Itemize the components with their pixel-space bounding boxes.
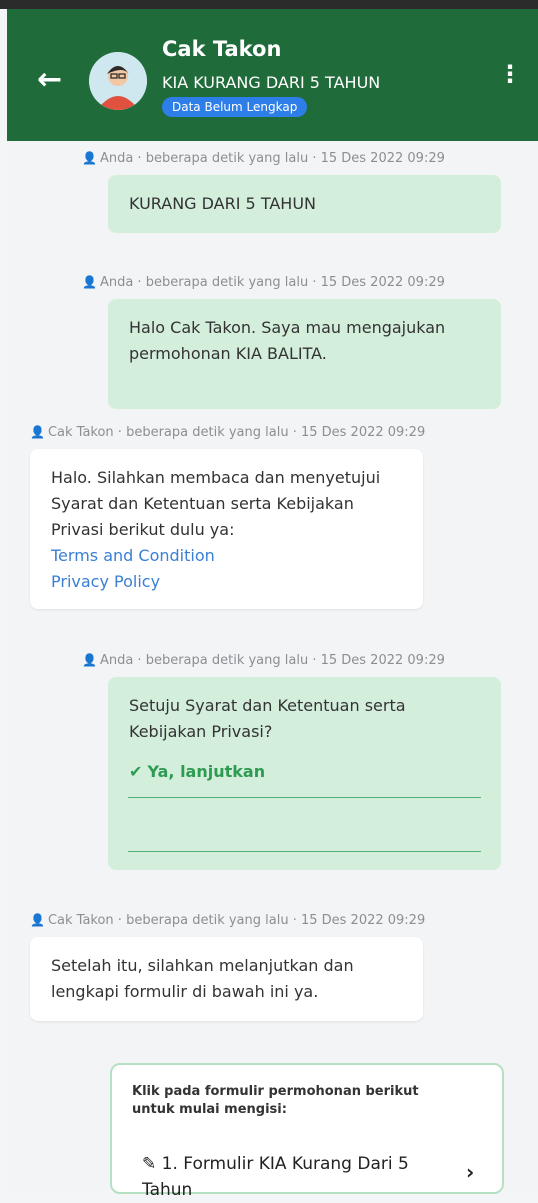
answer-divider [128, 851, 481, 852]
chat-title: Cak Takon [162, 37, 282, 61]
user-lock-icon: 👤 [82, 275, 97, 289]
outgoing-message-bubble: Halo Cak Takon. Saya mau mengajukan perm… [108, 299, 501, 409]
message-meta: 👤 Anda · beberapa detik yang lalu · 15 De… [82, 151, 445, 166]
message-meta: 👤 Anda · beberapa detik yang lalu · 15 De… [82, 275, 445, 290]
message-text: Halo. Silahkan membaca dan menyetujui Sy… [51, 468, 381, 539]
outgoing-message-bubble: Setuju Syarat dan Ketentuan serta Kebija… [108, 677, 501, 870]
selected-answer: ✔ Ya, lanjutkan [129, 762, 266, 781]
terms-link[interactable]: Terms and Condition [51, 543, 215, 569]
message-text: Halo Cak Takon. Saya mau mengajukan perm… [129, 318, 446, 363]
window-top-bar [0, 0, 538, 9]
message-meta: 👤 Cak Takon · beberapa detik yang lalu · … [30, 913, 426, 928]
privacy-policy-link[interactable]: Privacy Policy [51, 569, 160, 595]
form-intro: Klik pada formulir permohonan berikut un… [132, 1084, 419, 1117]
avatar-illustration-icon [89, 52, 147, 110]
answer-divider [128, 797, 481, 798]
status-badge: Data Belum Lengkap [162, 97, 308, 117]
chevron-right-icon[interactable]: › [466, 1160, 474, 1184]
message-text: Setuju Syarat dan Ketentuan serta Kebija… [129, 696, 406, 741]
back-arrow-icon[interactable]: ← [37, 65, 62, 95]
avatar[interactable] [89, 52, 147, 110]
message-text: KURANG DARI 5 TAHUN [129, 194, 316, 213]
chat-subtitle: KIA KURANG DARI 5 TAHUN [162, 73, 381, 92]
message-meta: 👤 Anda · beberapa detik yang lalu · 15 De… [82, 653, 445, 668]
user-lock-icon: 👤 [30, 913, 45, 927]
user-lock-icon: 👤 [30, 425, 45, 439]
incoming-message-bubble: Setelah itu, silahkan melanjutkan dan le… [30, 937, 423, 1021]
check-circle-icon: ✔ [129, 762, 143, 781]
chat-thread[interactable]: 👤 Anda · beberapa detik yang lalu · 15 De… [7, 141, 538, 1200]
message-meta: 👤 Cak Takon · beberapa detik yang lalu · … [30, 425, 426, 440]
kebab-menu-icon[interactable]: ⋮ [498, 62, 522, 86]
message-text: Setelah itu, silahkan melanjutkan dan le… [51, 956, 354, 1001]
incoming-message-bubble: Halo. Silahkan membaca dan menyetujui Sy… [30, 449, 423, 609]
form-card[interactable]: Klik pada formulir permohonan berikut un… [110, 1063, 504, 1200]
form-item-kia[interactable]: ✎ 1. Formulir KIA Kurang Dari 5 Tahun [142, 1151, 442, 1203]
user-lock-icon: 👤 [82, 151, 97, 165]
outgoing-message-bubble: KURANG DARI 5 TAHUN [108, 175, 501, 233]
chat-header: ← Cak Takon KIA KURANG DARI 5 TAHUN Data… [7, 9, 538, 141]
pencil-icon: ✎ [142, 1154, 157, 1174]
user-lock-icon: 👤 [82, 653, 97, 667]
